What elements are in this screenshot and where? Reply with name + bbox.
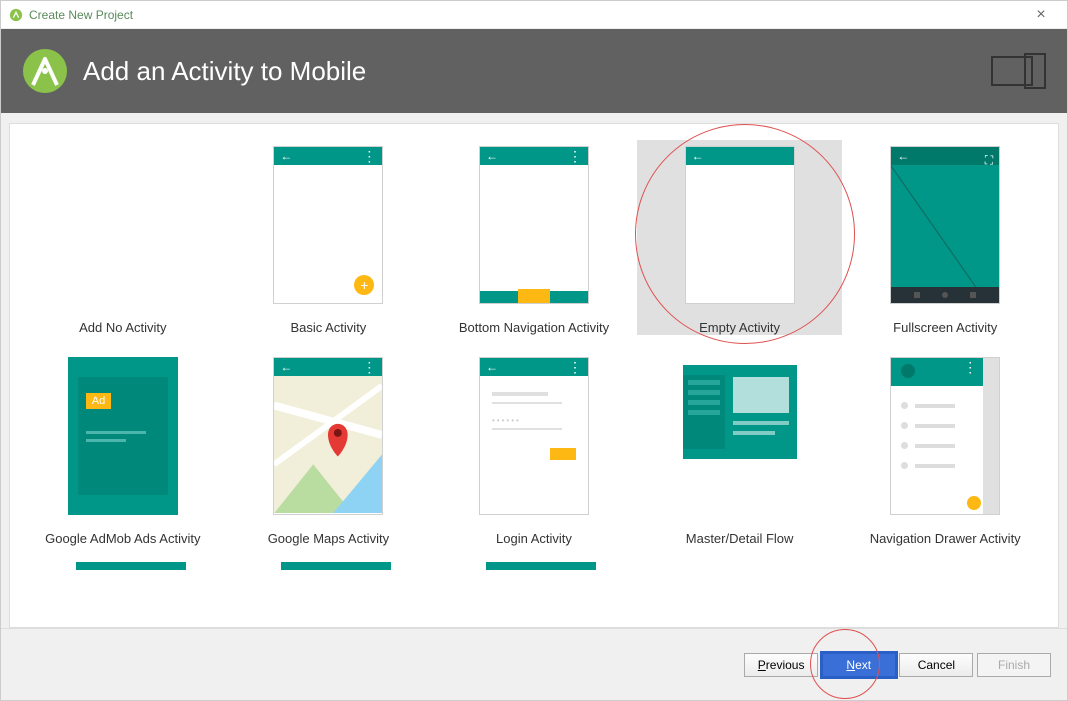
next-row-peek xyxy=(20,562,1048,570)
map-illustration xyxy=(274,376,382,513)
back-arrow-icon: ← xyxy=(692,150,704,162)
wizard-footer: Previous Next Cancel Finish xyxy=(1,628,1067,700)
activity-option-bottomnav[interactable]: ←⋮ Bottom Navigation Activity xyxy=(431,140,637,335)
bottom-nav-bar xyxy=(480,291,588,303)
thumbnail-none xyxy=(68,146,178,304)
activity-label: Fullscreen Activity xyxy=(893,320,997,335)
android-studio-icon xyxy=(9,8,23,22)
close-icon[interactable]: × xyxy=(1023,6,1059,24)
activity-option-empty[interactable]: ← Empty Activity xyxy=(637,140,843,335)
activity-option-navdrawer[interactable]: ⋮ Navigation Drawer Activity xyxy=(842,351,1048,546)
previous-button[interactable]: Previous xyxy=(744,653,818,677)
activity-option-maps[interactable]: ←⋮ Google Maps Activity xyxy=(226,351,432,546)
activity-label: Navigation Drawer Activity xyxy=(870,531,1021,546)
activity-label: Google Maps Activity xyxy=(268,531,389,546)
thumbnail-basic: ← ⋮ + xyxy=(273,146,383,304)
overflow-icon: ⋮ xyxy=(362,149,376,163)
next-button[interactable]: Next xyxy=(822,653,896,677)
window-title: Create New Project xyxy=(29,8,1023,22)
back-arrow-icon: ← xyxy=(280,361,292,373)
activity-option-masterdetail[interactable]: Master/Detail Flow xyxy=(637,351,843,546)
thumbnail-maps: ←⋮ xyxy=(273,357,383,515)
login-button-icon xyxy=(550,448,576,460)
thumbnail-masterdetail xyxy=(675,357,805,467)
fab-icon xyxy=(967,496,981,510)
finish-button: Finish xyxy=(977,653,1051,677)
back-arrow-icon: ← xyxy=(280,150,292,162)
activity-option-login[interactable]: ←⋮ •••••• Login Activity xyxy=(431,351,637,546)
activity-grid: Add No Activity ←⋮ + Basic Activity ←⋮ xyxy=(10,124,1058,576)
ad-badge: Ad xyxy=(86,393,111,409)
activity-option-basic[interactable]: ← ⋮ + Basic Activity xyxy=(226,140,432,335)
overflow-icon: ⋮ xyxy=(568,360,582,374)
activity-label: Add No Activity xyxy=(79,320,166,335)
back-arrow-icon: ← xyxy=(486,150,498,162)
device-icon xyxy=(991,53,1047,89)
content-area: Add No Activity ←⋮ + Basic Activity ←⋮ xyxy=(1,113,1067,628)
banner-title: Add an Activity to Mobile xyxy=(83,56,991,87)
thumbnail-login: ←⋮ •••••• xyxy=(479,357,589,515)
cancel-button[interactable]: Cancel xyxy=(899,653,973,677)
activity-label: Basic Activity xyxy=(290,320,366,335)
overflow-icon: ⋮ xyxy=(963,360,977,374)
thumbnail-navdrawer: ⋮ xyxy=(890,357,1000,515)
overflow-icon: ⋮ xyxy=(362,360,376,374)
activity-option-none[interactable]: Add No Activity xyxy=(20,140,226,335)
activity-option-admob[interactable]: Ad Google AdMob Ads Activity xyxy=(20,351,226,546)
activity-label: Empty Activity xyxy=(699,320,780,335)
thumbnail-admob: Ad xyxy=(68,357,178,515)
fab-icon: + xyxy=(354,275,374,295)
android-studio-logo-icon xyxy=(21,47,69,95)
thumbnail-bottomnav: ←⋮ xyxy=(479,146,589,304)
banner: Add an Activity to Mobile xyxy=(1,29,1067,113)
activity-label: Master/Detail Flow xyxy=(686,531,794,546)
titlebar: Create New Project × xyxy=(1,1,1067,29)
activity-label: Login Activity xyxy=(496,531,572,546)
wizard-window: Create New Project × Add an Activity to … xyxy=(0,0,1068,701)
activity-gallery-scroll[interactable]: Add No Activity ←⋮ + Basic Activity ←⋮ xyxy=(9,123,1059,628)
activity-label: Google AdMob Ads Activity xyxy=(45,531,200,546)
activity-option-fullscreen[interactable]: ←⛶ Fullscreen Activity xyxy=(842,140,1048,335)
back-arrow-icon: ← xyxy=(897,150,909,162)
thumbnail-fullscreen: ←⛶ xyxy=(890,146,1000,304)
thumbnail-empty: ← xyxy=(685,146,795,304)
back-arrow-icon: ← xyxy=(486,361,498,373)
activity-label: Bottom Navigation Activity xyxy=(459,320,609,335)
overflow-icon: ⋮ xyxy=(568,149,582,163)
